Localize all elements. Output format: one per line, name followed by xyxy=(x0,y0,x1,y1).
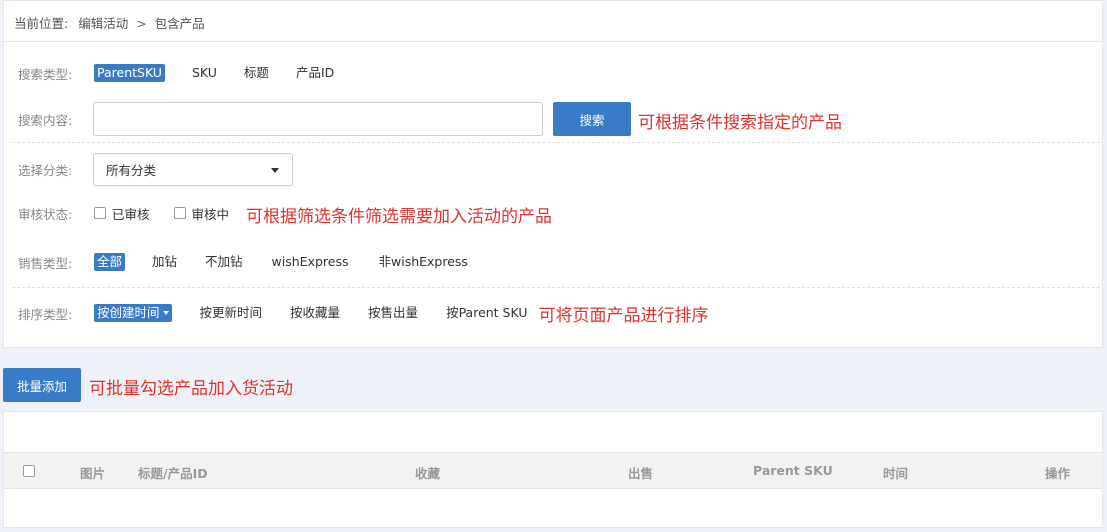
search-type-option-title[interactable]: 标题 xyxy=(241,64,272,82)
review-checkbox-approved[interactable]: 已审核 xyxy=(94,204,150,223)
search-type-label: 搜索类型: xyxy=(18,66,73,82)
category-label: 选择分类: xyxy=(18,162,73,178)
note-filter: 可根据筛选条件筛选需要加入活动的产品 xyxy=(246,207,552,227)
breadcrumb: 当前位置: 编辑活动 > 包含产品 xyxy=(14,13,205,32)
sort-option-parent-sku[interactable]: 按Parent SKU xyxy=(443,304,530,322)
review-status-label: 审核状态: xyxy=(18,206,73,222)
review-pending-label: 审核中 xyxy=(191,206,230,222)
note-sort: 可将页面产品进行排序 xyxy=(538,305,709,326)
product-table-panel: 图片 标题/产品ID 收藏 出售 Parent SKU 时间 操作 xyxy=(3,411,1103,528)
sale-type-option-all[interactable]: 全部 xyxy=(94,253,126,271)
row-divider xyxy=(12,142,1100,143)
search-type-option-sku[interactable]: SKU xyxy=(189,64,220,82)
search-button[interactable]: 搜索 xyxy=(553,102,631,136)
checkbox-icon xyxy=(94,207,106,219)
sort-option-favorites[interactable]: 按收藏量 xyxy=(287,304,343,322)
category-selected-value: 所有分类 xyxy=(106,163,157,178)
breadcrumb-separator: > xyxy=(136,16,147,31)
review-checkbox-pending[interactable]: 审核中 xyxy=(173,204,230,223)
filter-panel: 当前位置: 编辑活动 > 包含产品 搜索类型: ParentSKU SKU 标题… xyxy=(3,0,1103,348)
sort-type-row: 排序类型: 按创建时间 按更新时间 按收藏量 按售出量 按Parent SKU … xyxy=(18,298,709,328)
sort-option-created-time[interactable]: 按创建时间 xyxy=(94,304,172,322)
column-sold: 出售 xyxy=(628,466,654,481)
column-image: 图片 xyxy=(80,466,106,481)
batch-add-button[interactable]: 批量添加 xyxy=(3,368,81,402)
breadcrumb-current: 包含产品 xyxy=(154,16,205,31)
column-parent-sku: Parent SKU xyxy=(753,463,833,478)
column-title-product-id: 标题/产品ID xyxy=(138,466,208,481)
search-type-option-product-id[interactable]: 产品ID xyxy=(293,64,337,82)
sale-type-option-wishexpress[interactable]: wishExpress xyxy=(269,253,352,271)
review-approved-label: 已审核 xyxy=(112,206,150,222)
sort-option-updated-time[interactable]: 按更新时间 xyxy=(197,304,266,322)
sort-type-label: 排序类型: xyxy=(18,306,73,322)
breadcrumb-prefix: 当前位置: xyxy=(14,16,69,31)
breadcrumb-parent-link[interactable]: 编辑活动 xyxy=(78,16,128,31)
table-header: 图片 标题/产品ID 收藏 出售 Parent SKU 时间 操作 xyxy=(4,452,1102,489)
review-status-row: 审核状态: 已审核 审核中 xyxy=(18,198,253,228)
row-divider xyxy=(12,287,1100,288)
sort-option-sold[interactable]: 按售出量 xyxy=(365,304,421,322)
chevron-down-icon xyxy=(271,168,279,173)
search-content-label: 搜索内容: xyxy=(18,112,73,128)
sale-type-row: 销售类型: 全部 加钻 不加钻 wishExpress 非wishExpress xyxy=(18,247,492,277)
chevron-down-icon xyxy=(162,311,169,315)
search-type-row: 搜索类型: ParentSKU SKU 标题 产品ID xyxy=(18,58,358,88)
category-row: 选择分类: xyxy=(18,154,94,184)
category-select[interactable]: 所有分类 xyxy=(93,153,293,186)
sale-type-option-non-wishexpress[interactable]: 非wishExpress xyxy=(376,253,471,271)
sale-type-option-diamond[interactable]: 加钻 xyxy=(149,253,180,271)
sale-type-option-no-diamond[interactable]: 不加钻 xyxy=(202,253,246,271)
note-batch: 可批量勾选产品加入货活动 xyxy=(89,379,293,399)
sale-type-label: 销售类型: xyxy=(18,255,73,271)
column-actions: 操作 xyxy=(1045,466,1071,481)
column-time: 时间 xyxy=(883,466,909,481)
search-type-option-parentsku[interactable]: ParentSKU xyxy=(94,64,165,82)
checkbox-icon xyxy=(173,207,186,219)
breadcrumb-divider xyxy=(4,41,1102,42)
sort-option-created-time-label: 按创建时间 xyxy=(97,305,160,320)
search-input[interactable] xyxy=(93,102,543,136)
search-content-row: 搜索内容: xyxy=(18,104,94,134)
select-all-checkbox[interactable] xyxy=(23,465,35,477)
column-favorites: 收藏 xyxy=(415,466,441,481)
note-search: 可根据条件搜索指定的产品 xyxy=(638,113,842,133)
